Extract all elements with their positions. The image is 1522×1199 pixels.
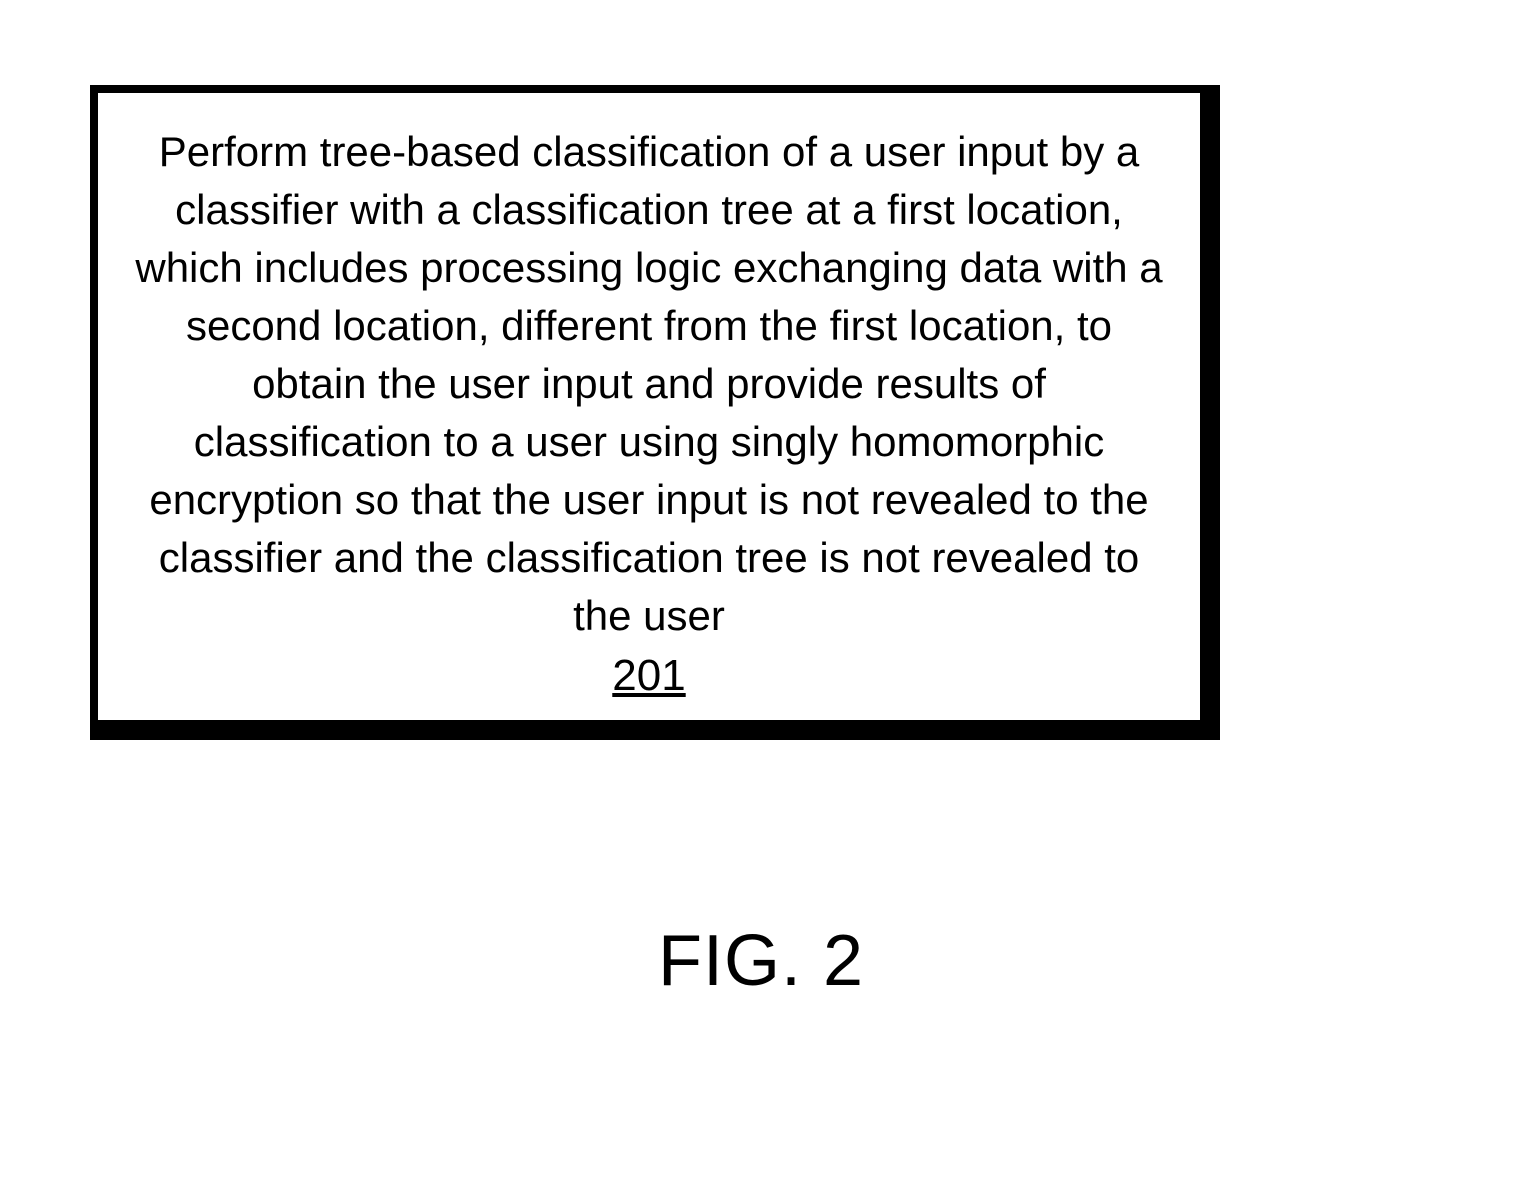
figure-canvas: Perform tree-based classification of a u… bbox=[0, 0, 1522, 1199]
flowchart-step-reference-number: 201 bbox=[612, 651, 685, 701]
flowchart-step-shadow: Perform tree-based classification of a u… bbox=[90, 85, 1220, 740]
flowchart-step-text: Perform tree-based classification of a u… bbox=[129, 123, 1169, 645]
figure-label: FIG. 2 bbox=[0, 920, 1522, 1002]
flowchart-step-box: Perform tree-based classification of a u… bbox=[90, 85, 1208, 728]
